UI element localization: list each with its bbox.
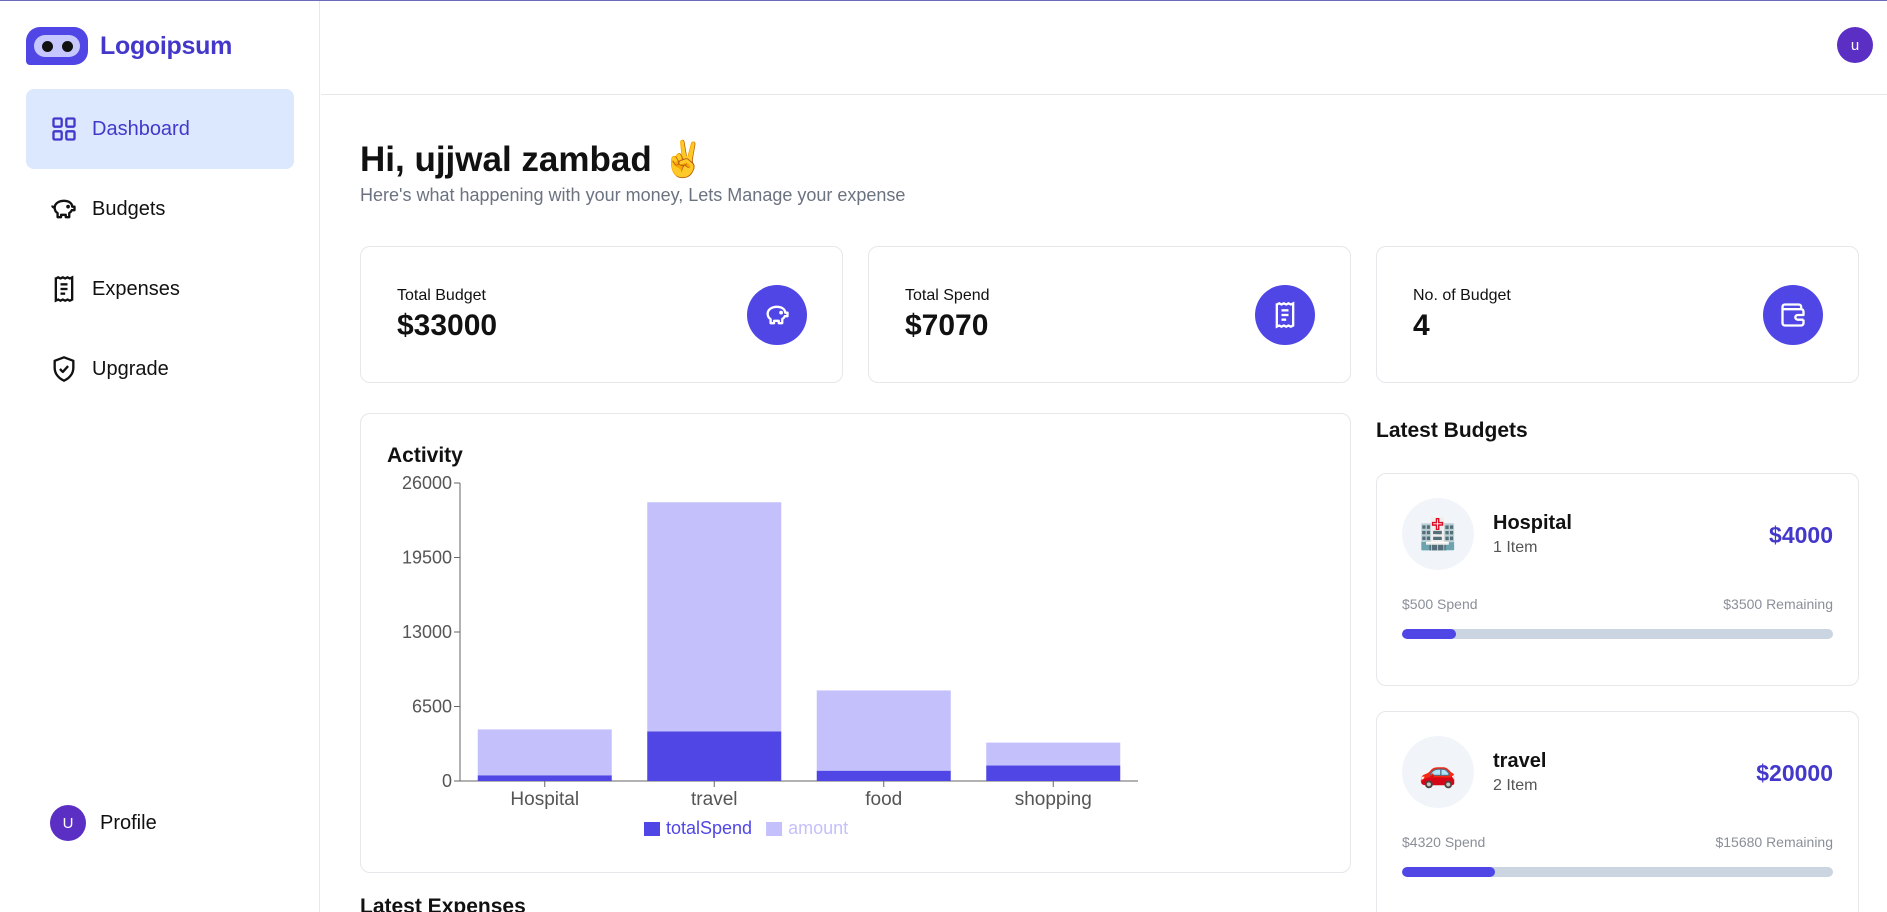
bar-amount-travel <box>647 502 782 732</box>
x-tick-label: Hospital <box>510 789 579 810</box>
brand-name: Logoipsum <box>100 31 233 60</box>
profile-link[interactable]: U Profile <box>50 805 157 841</box>
sidebar-item-expenses[interactable]: Expenses <box>26 249 294 329</box>
legend-label-amount: amount <box>788 818 848 838</box>
stat-label: Total Spend <box>905 287 990 304</box>
sidebar-item-label: Dashboard <box>92 117 190 140</box>
budget-card-hospital[interactable]: 🏥 Hospital 1 Item $4000 $500 Spend $3500… <box>1376 473 1859 686</box>
budget-item-count: 2 Item <box>1493 777 1538 794</box>
stat-label: Total Budget <box>397 287 486 304</box>
sidebar-item-dashboard[interactable]: Dashboard <box>26 89 294 169</box>
logo-icon <box>26 27 88 65</box>
piggy-bank-icon <box>747 285 807 345</box>
budget-progress-bar <box>1402 629 1833 639</box>
stat-value: 4 <box>1413 309 1430 342</box>
car-emoji-icon: 🚗 <box>1402 736 1474 808</box>
sidebar-nav: Dashboard Budgets Expenses Upgrade <box>26 89 294 409</box>
stat-value: $33000 <box>397 309 498 342</box>
budget-progress-fill <box>1402 867 1496 877</box>
receipt-icon <box>1255 285 1315 345</box>
bar-totalSpend-travel <box>647 731 782 781</box>
budget-amount: $4000 <box>1769 522 1833 548</box>
budget-spend: $500 Spend <box>1402 596 1478 612</box>
activity-card: Activity 0 6500 13000 19500 26000 Hospital tra… <box>360 413 1351 873</box>
sidebar-item-label: Budgets <box>92 197 166 220</box>
page-title: Hi, ujjwal zambad ✌️ <box>360 140 706 179</box>
user-avatar-button[interactable]: u <box>1837 27 1873 63</box>
piggy-bank-icon <box>51 199 76 219</box>
x-tick-label: food <box>865 789 902 810</box>
activity-bar-chart: 0 6500 13000 19500 26000 Hospital travel food sh… <box>402 473 1138 838</box>
budget-remaining: $15680 Remaining <box>1715 834 1833 850</box>
budget-progress-bar <box>1402 867 1833 877</box>
wallet-icon <box>1763 285 1823 345</box>
bar-totalSpend-food <box>816 770 951 781</box>
bar-amount-food <box>816 690 951 771</box>
stat-value: $7070 <box>905 309 989 342</box>
budget-remaining: $3500 Remaining <box>1723 596 1833 612</box>
stat-card-total-spend: Total Spend $7070 <box>868 246 1351 383</box>
legend-swatch-totalSpend <box>644 822 660 836</box>
budget-card-travel[interactable]: 🚗 travel 2 Item $20000 $4320 Spend $1568… <box>1376 711 1859 912</box>
y-tick-label: 6500 <box>412 697 452 717</box>
receipt-icon <box>54 275 74 303</box>
sidebar-item-label: Expenses <box>92 277 180 300</box>
budget-spend: $4320 Spend <box>1402 834 1486 850</box>
legend-swatch-amount <box>766 822 783 836</box>
page-subtitle: Here's what happening with your money, L… <box>360 185 906 205</box>
brand-logo[interactable]: Logoipsum <box>26 27 232 65</box>
x-tick-label: shopping <box>1015 789 1092 810</box>
profile-label: Profile <box>100 811 157 834</box>
stat-label: No. of Budget <box>1413 287 1511 304</box>
budget-item-count: 1 Item <box>1493 539 1538 556</box>
bar-totalSpend-shopping <box>986 765 1121 781</box>
stat-card-number-of-budgets: No. of Budget 4 <box>1376 246 1859 383</box>
avatar: U <box>50 805 86 841</box>
y-tick-label: 0 <box>442 771 452 791</box>
sidebar: Logoipsum Dashboard Budgets Expenses Upg… <box>0 1 320 912</box>
stat-card-total-budget: Total Budget $33000 <box>360 246 843 383</box>
y-tick-label: 26000 <box>402 473 452 493</box>
legend-label-totalSpend: totalSpend <box>666 818 752 838</box>
top-header: u <box>321 1 1887 95</box>
hospital-emoji-icon: 🏥 <box>1402 498 1474 570</box>
budget-progress-fill <box>1402 629 1456 639</box>
dashboard-grid-icon <box>52 117 76 141</box>
sidebar-item-budgets[interactable]: Budgets <box>26 169 294 249</box>
bar-amount-Hospital <box>477 729 612 776</box>
bar-amount-shopping <box>986 742 1121 766</box>
sidebar-item-label: Upgrade <box>92 357 169 380</box>
shield-check-icon <box>53 356 75 382</box>
y-tick-label: 13000 <box>402 622 452 642</box>
latest-budgets-title: Latest Budgets <box>1376 419 1528 442</box>
budget-amount: $20000 <box>1756 760 1833 786</box>
sidebar-item-upgrade[interactable]: Upgrade <box>26 329 294 409</box>
budget-name: Hospital <box>1493 512 1572 534</box>
latest-expenses-title: Latest Expenses <box>360 895 526 912</box>
x-tick-label: travel <box>691 789 737 810</box>
budget-name: travel <box>1493 750 1547 772</box>
y-tick-label: 19500 <box>402 548 452 568</box>
bar-totalSpend-Hospital <box>477 775 612 781</box>
